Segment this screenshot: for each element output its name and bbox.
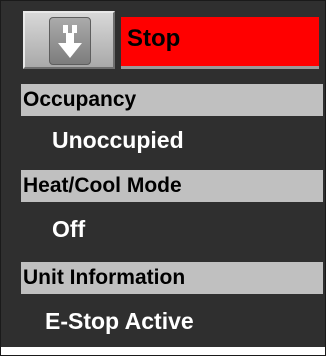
unit-status-panel: Stop Occupancy Unoccupied Heat/Cool Mode… bbox=[0, 0, 326, 356]
unit-information-header: Unit Information bbox=[21, 262, 323, 294]
status-row: Stop bbox=[23, 11, 319, 69]
download-button[interactable] bbox=[23, 11, 115, 69]
status-indicator: Stop bbox=[121, 17, 319, 69]
unit-information-value: E-Stop Active bbox=[45, 308, 194, 334]
occupancy-header: Occupancy bbox=[21, 84, 323, 116]
download-arrow-icon bbox=[58, 25, 82, 58]
occupancy-value: Unoccupied bbox=[52, 127, 184, 153]
heat-cool-mode-value: Off bbox=[52, 216, 86, 242]
heat-cool-mode-header: Heat/Cool Mode bbox=[21, 170, 323, 202]
panel-bottom-edge bbox=[1, 347, 325, 355]
